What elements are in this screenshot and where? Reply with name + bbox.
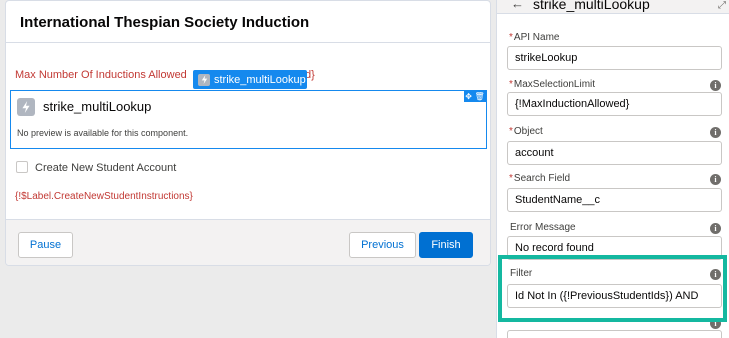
component-handles[interactable]: ✥ 🗑 bbox=[464, 91, 486, 102]
info-icon[interactable]: i bbox=[710, 318, 721, 329]
finish-button[interactable]: Finish bbox=[419, 232, 473, 258]
move-icon[interactable]: ✥ bbox=[465, 92, 472, 101]
arrow-left-icon[interactable]: ← bbox=[511, 0, 524, 11]
info-icon[interactable]: i bbox=[710, 269, 721, 280]
create-student-checkbox-label: Create New Student Account bbox=[35, 162, 177, 174]
expand-icon[interactable]: ⤢ bbox=[718, 0, 726, 11]
info-icon[interactable]: i bbox=[710, 80, 721, 91]
previous-button[interactable]: Previous bbox=[349, 232, 416, 258]
info-icon[interactable]: i bbox=[710, 174, 721, 185]
search-field-label: *Search Field bbox=[509, 173, 571, 184]
error-message-input[interactable]: No record found bbox=[507, 236, 722, 260]
properties-panel: ← strike_multiLookup ⤢ *API Name strikeL… bbox=[496, 0, 729, 338]
component-tag-label: strike_multiLookup bbox=[214, 73, 306, 86]
object-input[interactable]: account bbox=[507, 141, 722, 165]
create-student-checkbox[interactable] bbox=[16, 161, 28, 173]
api-name-label: *API Name bbox=[509, 32, 560, 43]
pause-button[interactable]: Pause bbox=[18, 232, 73, 258]
panel-header: ← strike_multiLookup ⤢ bbox=[497, 0, 729, 14]
lightning-bolt-icon bbox=[17, 98, 35, 116]
flow-canvas: International Thespian Society Induction… bbox=[0, 0, 496, 338]
search-field-input[interactable]: StudentName__c bbox=[507, 188, 722, 212]
max-selection-limit-label: *MaxSelectionLimit bbox=[509, 79, 596, 90]
max-selection-limit-input[interactable]: {!MaxInductionAllowed} bbox=[507, 92, 722, 116]
flow-footer: Pause Previous Finish bbox=[6, 219, 490, 265]
instructions-label: {!$Label.CreateNewStudentInstructions} bbox=[15, 191, 193, 202]
selected-component[interactable]: ✥ 🗑 strike_multiLookup No preview is ava… bbox=[10, 90, 487, 149]
error-message-label: Error Message bbox=[510, 222, 576, 233]
lightning-bolt-icon bbox=[198, 73, 210, 86]
api-name-input[interactable]: strikeLookup bbox=[507, 46, 722, 70]
filter-label: Filter bbox=[510, 268, 533, 279]
next-field-input[interactable] bbox=[507, 330, 722, 338]
info-icon[interactable]: i bbox=[710, 223, 721, 234]
max-inductions-text: Max Number Of Inductions Allowed bbox=[15, 69, 187, 81]
info-icon[interactable]: i bbox=[710, 127, 721, 138]
delete-icon[interactable]: 🗑 bbox=[475, 92, 485, 101]
panel-title: strike_multiLookup bbox=[533, 0, 650, 12]
flow-title: International Thespian Society Induction bbox=[6, 1, 490, 43]
filter-input[interactable]: Id Not In ({!PreviousStudentIds}) AND bbox=[507, 284, 722, 308]
component-name: strike_multiLookup bbox=[43, 99, 152, 114]
no-preview-text: No preview is available for this compone… bbox=[17, 128, 189, 138]
component-drag-tag[interactable]: strike_multiLookup bbox=[193, 70, 307, 89]
object-label: *Object bbox=[509, 126, 543, 137]
flow-screen-card: International Thespian Society Induction… bbox=[5, 0, 491, 266]
